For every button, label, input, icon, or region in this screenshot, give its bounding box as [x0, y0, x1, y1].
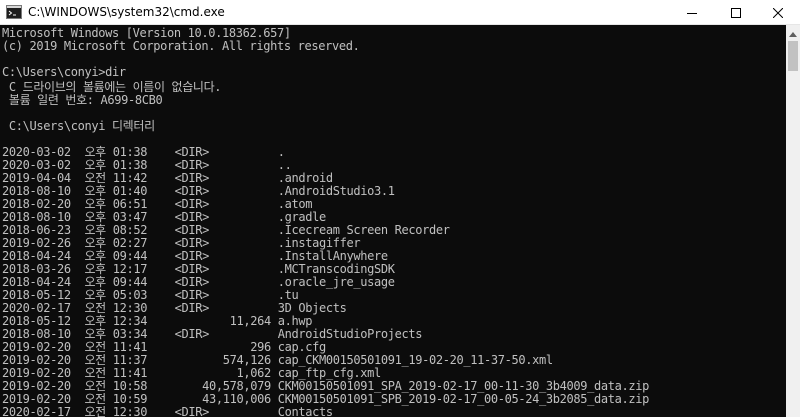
- console-line: 2018-08-10 오후 03:34 <DIR> AndroidStudioP…: [2, 327, 423, 341]
- chevron-up-icon: [789, 24, 797, 42]
- close-icon: [773, 7, 783, 18]
- console-line: 2018-04-24 오후 09:44 <DIR> .InstallAnywhe…: [2, 249, 388, 263]
- window-title: C:\WINDOWS\system32\cmd.exe: [28, 5, 225, 19]
- console-line: 2018-08-10 오후 03:47 <DIR> .gradle: [2, 210, 326, 224]
- console-line: 2020-02-17 오전 12:30 <DIR> 3D Objects: [2, 301, 347, 315]
- vertical-scrollbar[interactable]: [786, 25, 800, 417]
- console-line: 2020-03-02 오후 01:38 <DIR> .: [2, 145, 285, 159]
- maximize-icon: [731, 7, 741, 18]
- scroll-up-button[interactable]: [786, 25, 800, 40]
- scrollbar-thumb[interactable]: [788, 41, 798, 71]
- console-line: 2018-04-24 오후 09:44 <DIR> .oracle_jre_us…: [2, 275, 395, 289]
- console-line: 2019-02-20 오전 11:37 574,126 cap_CKM00150…: [2, 353, 553, 367]
- console-line: C:\Users\conyi>dir: [2, 65, 126, 79]
- console-line: 2018-03-26 오후 12:17 <DIR> .MCTranscoding…: [2, 262, 395, 276]
- console-line: 2018-08-10 오후 01:40 <DIR> .AndroidStudio…: [2, 184, 395, 198]
- console-line: 2020-03-02 오후 01:38 <DIR> ..: [2, 158, 292, 172]
- close-button[interactable]: [756, 0, 800, 25]
- console-line: Microsoft Windows [Version 10.0.18362.65…: [2, 26, 291, 40]
- console-line: 2019-02-20 오전 10:58 40,578,079 CKM001505…: [2, 379, 649, 393]
- console-line: 2019-02-20 오전 11:41 296 cap.cfg: [2, 340, 326, 354]
- cmd-icon: [6, 5, 22, 19]
- console-lines: Microsoft Windows [Version 10.0.18362.65…: [2, 26, 649, 417]
- console-line: C 드라이브의 볼륨에는 이름이 없습니다.: [2, 80, 222, 94]
- console-line: 2019-04-04 오전 11:42 <DIR> .android: [2, 171, 333, 185]
- console-output[interactable]: Microsoft Windows [Version 10.0.18362.65…: [0, 25, 786, 417]
- maximize-button[interactable]: [714, 0, 758, 25]
- cmd-window: C:\WINDOWS\system32\cmd.exe Microsoft Wi…: [0, 0, 800, 417]
- console-line: (c) 2019 Microsoft Corporation. All righ…: [2, 39, 360, 53]
- title-bar[interactable]: C:\WINDOWS\system32\cmd.exe: [0, 0, 800, 25]
- minimize-icon: [687, 8, 697, 18]
- minimize-button[interactable]: [670, 0, 714, 25]
- console-line: 볼륨 일련 번호: A699-8CB0: [2, 93, 163, 107]
- console-line: 2018-06-23 오후 08:52 <DIR> .Icecream Scre…: [2, 223, 450, 237]
- console-line: C:\Users\conyi 디렉터리: [2, 119, 155, 133]
- console-line: 2019-02-26 오후 02:27 <DIR> .instagiffer: [2, 236, 361, 250]
- console-line: 2019-02-20 오전 10:59 43,110,006 CKM001505…: [2, 392, 649, 406]
